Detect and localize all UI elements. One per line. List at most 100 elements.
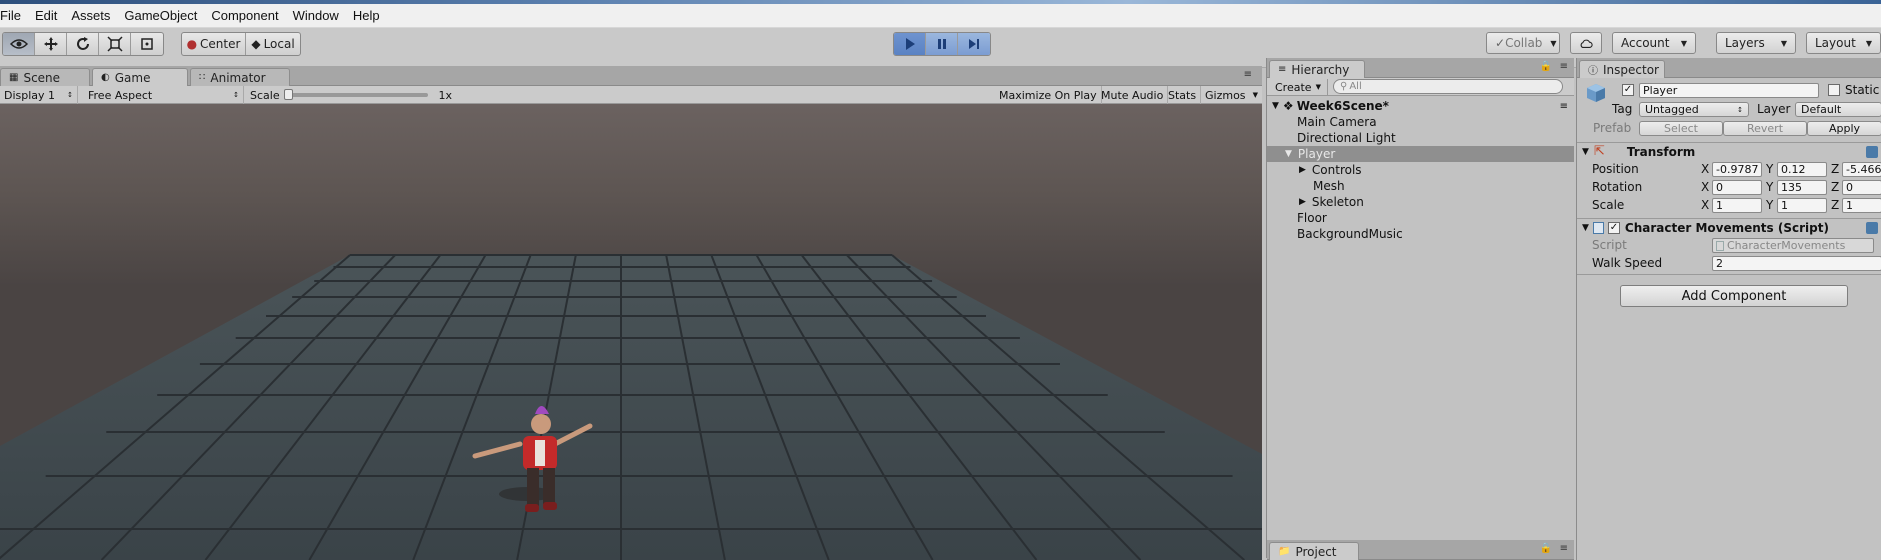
y-axis-label: Y (1766, 162, 1774, 176)
list-item[interactable]: Mesh (1267, 178, 1574, 194)
pivot-center-button[interactable]: ● Center (182, 33, 246, 55)
tab-inspector[interactable]: ⓘ Inspector (1579, 60, 1665, 78)
list-item[interactable]: Floor (1267, 210, 1574, 226)
list-item[interactable]: ▶ Controls (1267, 162, 1574, 178)
transform-title: Transform (1626, 144, 1696, 159)
help-book-icon[interactable] (1866, 145, 1878, 158)
active-checkbox[interactable]: ✓ (1622, 84, 1634, 96)
position-z-field[interactable]: -5.466 (1842, 162, 1881, 177)
transform-tools (2, 32, 164, 56)
scale-label: Scale (250, 88, 280, 102)
scene-root-row[interactable]: ▼ ❖ Week6Scene* ≡ (1267, 98, 1574, 114)
gizmos-dropdown[interactable]: Gizmos ▼ (1201, 86, 1262, 104)
collab-dropdown[interactable]: ✓ Collab ▼ (1486, 32, 1560, 54)
list-item[interactable]: BackgroundMusic (1267, 226, 1574, 242)
prefab-apply-button[interactable]: Apply (1807, 121, 1881, 136)
menu-help[interactable]: Help (346, 8, 387, 23)
help-book-icon[interactable] (1866, 221, 1878, 234)
menu-gameobject[interactable]: GameObject (117, 8, 204, 23)
menu-assets[interactable]: Assets (64, 8, 117, 23)
aspect-dropdown[interactable]: Free Aspect ↕ (84, 86, 244, 104)
create-dropdown[interactable]: Create ▼ (1269, 79, 1328, 95)
list-item-selected[interactable]: ▼ Player (1267, 146, 1574, 162)
hand-tool-button[interactable] (3, 33, 35, 55)
panel-menu-icon[interactable]: ≡ (1560, 61, 1568, 72)
hierarchy-toolbar: Create ▼ ⚲ All (1267, 78, 1574, 96)
expand-arrow-icon: ▼ (1582, 146, 1589, 157)
maximize-on-play-toggle[interactable]: Maximize On Play (995, 86, 1102, 104)
list-icon: ≡ (1278, 64, 1287, 75)
position-y-field[interactable]: 0.12 (1777, 162, 1827, 177)
display-dropdown[interactable]: Display 1 ↕ (0, 86, 78, 104)
step-button[interactable] (958, 33, 990, 55)
list-item[interactable]: Main Camera (1267, 114, 1574, 130)
scale-slider-thumb[interactable] (283, 89, 293, 100)
component-enabled-checkbox[interactable]: ✓ (1607, 221, 1620, 234)
tab-project[interactable]: 📁 Project (1269, 542, 1359, 560)
script-reference-field[interactable]: CharacterMovements (1712, 238, 1874, 253)
collab-check-icon: ✓ (1495, 36, 1506, 50)
tab-project-label: Project (1295, 544, 1337, 559)
position-x-field[interactable]: -0.9787 (1712, 162, 1762, 177)
scale-z-field[interactable]: 1 (1842, 198, 1881, 213)
scale-y-field[interactable]: 1 (1777, 198, 1827, 213)
panel-menu-icon[interactable]: ≡ (1560, 101, 1568, 112)
layer-label: Layer (1757, 102, 1791, 116)
walk-speed-field[interactable]: 2 (1712, 256, 1881, 271)
local-pivot-icon: ◆ (251, 37, 261, 51)
mute-audio-toggle[interactable]: Mute Audio (1097, 86, 1169, 104)
menu-window[interactable]: Window (286, 8, 346, 23)
cloud-button[interactable] (1570, 32, 1602, 54)
rotate-tool-button[interactable] (67, 33, 99, 55)
tab-game[interactable]: ◐ Game (92, 68, 188, 86)
chevron-down-icon: ▼ (1550, 38, 1557, 48)
add-component-button[interactable]: Add Component (1620, 285, 1848, 307)
rotation-z-field[interactable]: 0 (1842, 180, 1881, 195)
layer-dropdown[interactable]: Default (1795, 102, 1881, 117)
menu-file[interactable]: File (0, 8, 28, 23)
walk-speed-label: Walk Speed (1592, 256, 1663, 270)
script-component-header[interactable]: ▼ ✓ Character Movements (Script) (1577, 218, 1881, 236)
position-x-value: -0.9787 (1716, 163, 1759, 176)
tab-scene-label: Scene (23, 70, 61, 85)
list-item[interactable]: ▶ Skeleton (1267, 194, 1574, 210)
menu-component[interactable]: Component (204, 8, 285, 23)
rect-tool-button[interactable] (131, 33, 163, 55)
transform-header[interactable]: ▼ ⇱ Transform (1577, 142, 1881, 160)
menu-edit[interactable]: Edit (28, 8, 64, 23)
game-viewport[interactable] (0, 104, 1262, 560)
pivot-local-button[interactable]: ◆ Local (246, 33, 300, 55)
tag-dropdown[interactable]: Untagged ↕ (1639, 102, 1749, 117)
rotation-x-field[interactable]: 0 (1712, 180, 1762, 195)
play-button[interactable] (894, 33, 926, 55)
prefab-revert-button[interactable]: Revert (1723, 121, 1807, 136)
prefab-select-button[interactable]: Select (1639, 121, 1723, 136)
tab-hierarchy[interactable]: ≡ Hierarchy (1269, 60, 1365, 78)
lock-icon[interactable]: 🔒 (1540, 543, 1552, 554)
account-dropdown[interactable]: Account ▼ (1612, 32, 1696, 54)
collapse-arrow-icon: ▶ (1299, 165, 1306, 175)
search-placeholder: All (1349, 81, 1362, 92)
prefab-revert-label: Revert (1746, 122, 1784, 135)
panel-menu-icon[interactable]: ≡ (1560, 543, 1568, 554)
rotation-y-field[interactable]: 135 (1777, 180, 1827, 195)
prefab-label: Prefab (1593, 121, 1632, 135)
list-item-label: Floor (1297, 211, 1327, 225)
object-name-field[interactable]: Player (1639, 83, 1819, 98)
stats-toggle[interactable]: Stats (1164, 86, 1202, 104)
chevron-down-icon: ▼ (1780, 38, 1787, 48)
move-tool-button[interactable] (35, 33, 67, 55)
hierarchy-search-input[interactable]: ⚲ All (1333, 79, 1563, 94)
static-checkbox[interactable] (1828, 84, 1840, 96)
tab-scene[interactable]: ▦ Scene (0, 68, 90, 86)
lock-icon[interactable]: 🔒 (1540, 61, 1552, 72)
panel-menu-icon[interactable]: ≡ (1244, 69, 1252, 80)
scale-tool-button[interactable] (99, 33, 131, 55)
scale-x-field[interactable]: 1 (1712, 198, 1762, 213)
layout-dropdown[interactable]: Layout ▼ (1806, 32, 1881, 54)
layers-dropdown[interactable]: Layers ▼ (1716, 32, 1796, 54)
scale-slider[interactable] (283, 89, 429, 100)
pause-button[interactable] (926, 33, 958, 55)
list-item[interactable]: Directional Light (1267, 130, 1574, 146)
tab-animator[interactable]: ∷ Animator (190, 68, 290, 86)
